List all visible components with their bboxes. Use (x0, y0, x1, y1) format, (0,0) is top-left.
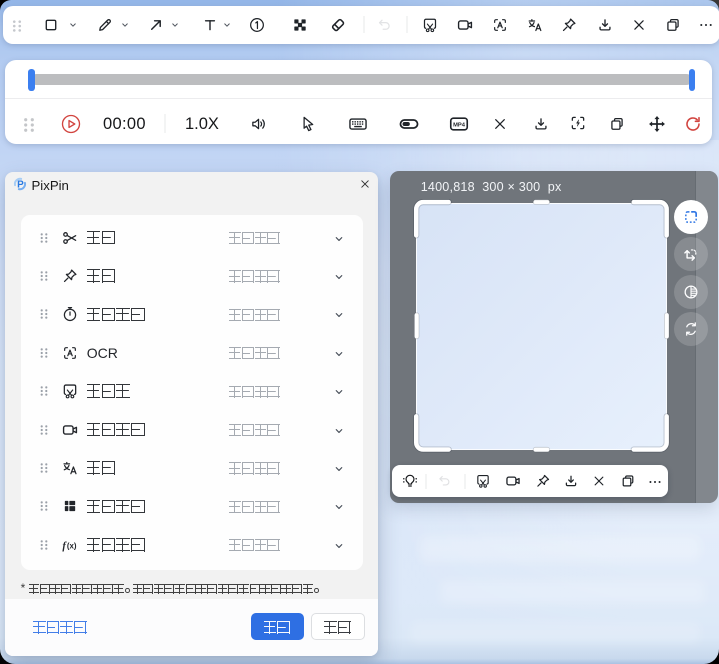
svg-text:P: P (17, 179, 24, 190)
